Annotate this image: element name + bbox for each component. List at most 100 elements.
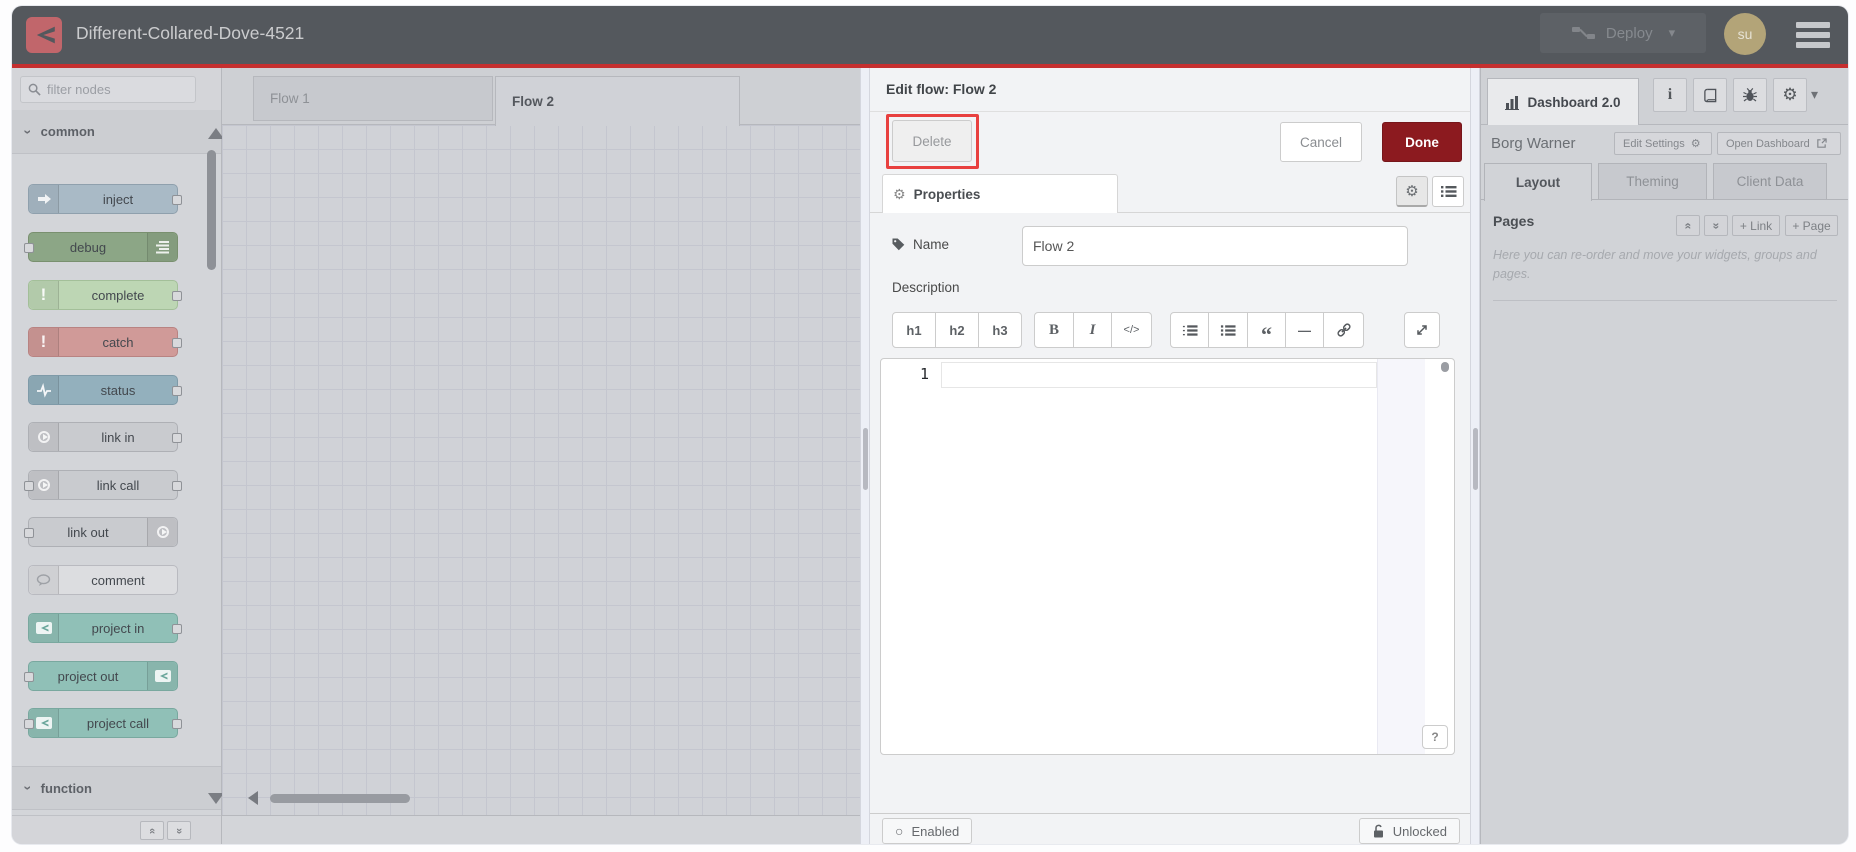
- tab-theming[interactable]: Theming: [1598, 163, 1707, 200]
- chevrons-up-icon: «: [1681, 222, 1695, 229]
- palette-node-link-out[interactable]: link out: [24, 517, 178, 547]
- palette-filter-row: [12, 68, 221, 110]
- quote-icon: “: [1261, 322, 1272, 347]
- palette-node-complete[interactable]: ! complete: [28, 280, 182, 310]
- format-button-group: B I </>: [1034, 312, 1152, 348]
- palette-collapse-all-button[interactable]: «: [140, 821, 164, 840]
- flow-locked-toggle[interactable]: Unlocked: [1358, 818, 1460, 844]
- link-button[interactable]: [1324, 312, 1364, 348]
- list-button-group: “ —: [1170, 312, 1364, 348]
- tab-flow-2[interactable]: Flow 2: [495, 76, 740, 126]
- editor-minimap[interactable]: [1377, 359, 1425, 754]
- delete-button[interactable]: Delete: [892, 120, 972, 162]
- add-link-button[interactable]: + Link: [1732, 215, 1780, 236]
- open-dashboard-button[interactable]: Open Dashboard: [1717, 132, 1841, 155]
- cancel-button[interactable]: Cancel: [1280, 122, 1362, 162]
- bold-button[interactable]: B: [1034, 312, 1074, 348]
- output-port: [172, 433, 182, 443]
- name-label: Name: [892, 237, 949, 252]
- h1-button[interactable]: h1: [892, 312, 936, 348]
- palette-category-common[interactable]: › common: [12, 110, 221, 154]
- palette-node-project-call[interactable]: project call: [24, 708, 182, 738]
- hr-icon: —: [1298, 322, 1311, 338]
- palette-search-box[interactable]: [20, 76, 196, 103]
- quote-button[interactable]: “: [1248, 312, 1286, 348]
- expand-editor-button[interactable]: [1404, 312, 1440, 348]
- sidebar-settings-button[interactable]: ⚙: [1773, 78, 1807, 112]
- palette-node-link-call[interactable]: link call: [24, 470, 182, 500]
- scrollbar-thumb[interactable]: [1473, 428, 1478, 490]
- tab-flow-1[interactable]: Flow 1: [253, 76, 493, 121]
- chevron-down-icon: ›: [20, 785, 37, 791]
- horizontal-rule-button[interactable]: —: [1286, 312, 1324, 348]
- output-port: [172, 386, 182, 396]
- flow-name-input[interactable]: [1022, 226, 1408, 266]
- sidebar-debug-button[interactable]: [1733, 78, 1767, 112]
- properties-view-button[interactable]: ⚙: [1396, 176, 1428, 207]
- tab-client-data[interactable]: Client Data: [1713, 163, 1827, 200]
- editor-help-button[interactable]: ?: [1422, 725, 1448, 749]
- bug-icon: [1743, 88, 1757, 102]
- palette-scrollbar-thumb[interactable]: [207, 150, 216, 270]
- palette-expand-all-button[interactable]: »: [167, 821, 191, 840]
- tray-resize-grip-left[interactable]: [860, 68, 870, 844]
- user-avatar[interactable]: su: [1724, 13, 1766, 55]
- editor-vscrollbar[interactable]: [1441, 359, 1449, 754]
- dialog-header: Edit flow: Flow 2: [870, 68, 1470, 112]
- expand-icon: [1417, 325, 1427, 335]
- dialog-tab-row: ⚙ Properties ⚙: [870, 174, 1470, 213]
- palette-node-comment[interactable]: comment: [28, 565, 178, 595]
- dashboard-instance-name: Borg Warner: [1491, 135, 1576, 152]
- palette-category-function[interactable]: › function: [12, 766, 221, 810]
- move-page-down-button[interactable]: »: [1704, 215, 1728, 236]
- ordered-list-button[interactable]: [1170, 312, 1209, 348]
- tab-layout[interactable]: Layout: [1484, 163, 1592, 201]
- tab-properties[interactable]: ⚙ Properties: [882, 174, 1118, 213]
- main-area: › common inject debug ! complete ! catch: [12, 68, 1848, 844]
- lock-open-icon: [1373, 824, 1383, 838]
- bullet-list-button[interactable]: [1209, 312, 1248, 348]
- edit-settings-button[interactable]: Edit Settings ⚙: [1614, 132, 1712, 155]
- done-button[interactable]: Done: [1382, 122, 1462, 162]
- deploy-caret-icon[interactable]: ▾: [1669, 25, 1676, 41]
- code-button[interactable]: </>: [1112, 312, 1152, 348]
- palette-node-project-in[interactable]: project in: [28, 613, 182, 643]
- palette-node-status[interactable]: status: [28, 375, 182, 405]
- status-wave-icon: [29, 376, 59, 404]
- palette-filter-input[interactable]: [47, 82, 177, 97]
- chevrons-up-icon: «: [146, 827, 158, 834]
- gear-icon: ⚙: [1782, 85, 1798, 104]
- hscroll-left-arrow[interactable]: [248, 791, 258, 805]
- add-page-button[interactable]: + Page: [1785, 215, 1838, 236]
- scrollbar-thumb[interactable]: [863, 428, 868, 490]
- flow-name-row: Name: [870, 226, 1470, 266]
- italic-button[interactable]: I: [1074, 312, 1112, 348]
- h2-button[interactable]: h2: [936, 312, 979, 348]
- flow-canvas[interactable]: [222, 125, 860, 815]
- h3-button[interactable]: h3: [979, 312, 1022, 348]
- deploy-button[interactable]: Deploy ▾: [1540, 13, 1706, 53]
- main-menu-button[interactable]: [1790, 20, 1836, 50]
- sidebar-divider: [1493, 300, 1837, 301]
- edit-flow-dialog: Edit flow: Flow 2 Delete Cancel Done ⚙ P…: [870, 68, 1470, 844]
- description-view-button[interactable]: [1432, 176, 1464, 207]
- palette-node-link-in[interactable]: link in: [28, 422, 182, 452]
- pages-help-text: Here you can re-order and move your widg…: [1493, 248, 1817, 282]
- sidebar-help-button[interactable]: [1693, 78, 1727, 112]
- description-editor[interactable]: 1 ?: [880, 358, 1455, 755]
- palette-node-catch[interactable]: ! catch: [28, 327, 182, 357]
- exclamation-icon: !: [29, 281, 59, 309]
- palette-node-project-out[interactable]: project out: [24, 661, 178, 691]
- palette-node-debug[interactable]: debug: [24, 232, 178, 262]
- hscrollbar-thumb[interactable]: [270, 794, 410, 803]
- sidebar-tab-bar: Dashboard 2.0 i ⚙ ▾: [1481, 68, 1848, 125]
- output-port: [172, 338, 182, 348]
- tray-resize-grip-right[interactable]: [1470, 68, 1480, 844]
- scrollbar-thumb[interactable]: [1441, 362, 1449, 372]
- palette-node-inject[interactable]: inject: [28, 184, 182, 214]
- flow-enabled-toggle[interactable]: ○ Enabled: [882, 818, 973, 844]
- sidebar-info-button[interactable]: i: [1653, 78, 1687, 112]
- sidebar-more-tabs-button[interactable]: ▾: [1811, 86, 1818, 103]
- move-page-up-button[interactable]: «: [1676, 215, 1700, 236]
- tab-dashboard-2[interactable]: Dashboard 2.0: [1487, 78, 1639, 125]
